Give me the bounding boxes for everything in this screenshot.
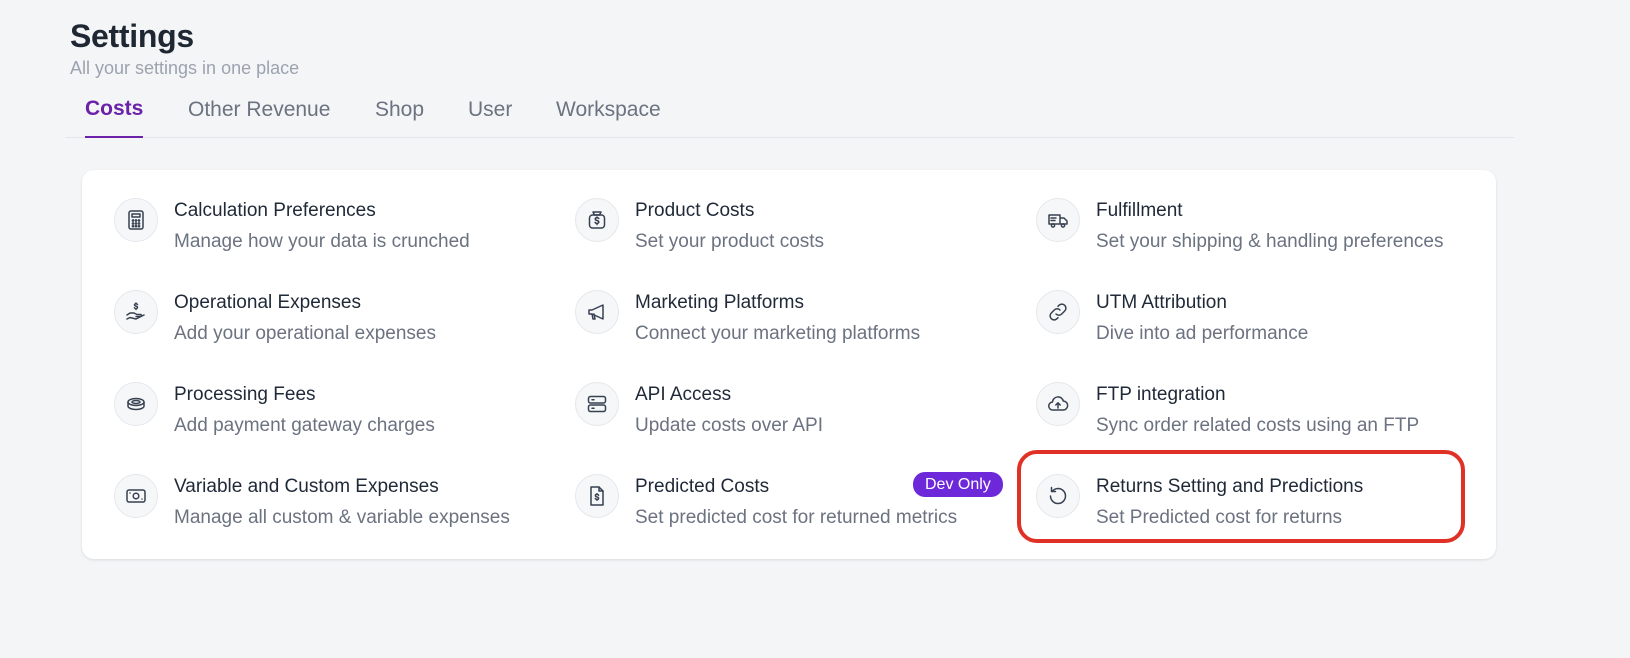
settings-item-product-costs[interactable]: Product Costs Set your product costs [575, 196, 1015, 266]
item-description: Connect your marketing platforms [635, 323, 921, 344]
dollar-bag-icon [575, 198, 619, 242]
settings-item-returns-setting-predictions[interactable]: Returns Setting and Predictions Set Pred… [1036, 472, 1476, 542]
server-icon [575, 382, 619, 426]
item-title: Marketing Platforms [635, 292, 804, 313]
item-title: FTP integration [1096, 384, 1226, 405]
item-title: Variable and Custom Expenses [174, 476, 439, 497]
hand-dollar-icon [114, 290, 158, 334]
item-description: Manage all custom & variable expenses [174, 507, 510, 528]
calculator-icon [114, 198, 158, 242]
costs-settings-card: Calculation Preferences Manage how your … [82, 170, 1496, 559]
settings-item-processing-fees[interactable]: Processing Fees Add payment gateway char… [114, 380, 554, 450]
link-icon [1036, 290, 1080, 334]
item-title: Processing Fees [174, 384, 316, 405]
item-title: Returns Setting and Predictions [1096, 476, 1364, 497]
page-subtitle: All your settings in one place [70, 58, 300, 78]
item-title: API Access [635, 384, 732, 405]
tab-user[interactable]: User [468, 88, 512, 138]
megaphone-icon [575, 290, 619, 334]
settings-item-marketing-platforms[interactable]: Marketing Platforms Connect your marketi… [575, 288, 1015, 358]
dev-only-badge: Dev Only [913, 472, 1003, 497]
item-title: Fulfillment [1096, 200, 1183, 221]
item-title: UTM Attribution [1096, 292, 1227, 313]
settings-item-ftp-integration[interactable]: FTP integration Sync order related costs… [1036, 380, 1476, 450]
tab-costs[interactable]: Costs [85, 88, 144, 138]
item-description: Manage how your data is crunched [174, 231, 470, 252]
item-title: Calculation Preferences [174, 200, 376, 221]
cash-icon [114, 474, 158, 518]
item-description: Set predicted cost for returned metrics [635, 507, 958, 528]
item-description: Set your shipping & handling preferences [1096, 231, 1444, 252]
cloud-upload-icon [1036, 382, 1080, 426]
coins-icon [114, 382, 158, 426]
tab-other-revenue[interactable]: Other Revenue [188, 88, 330, 138]
document-dollar-icon [575, 474, 619, 518]
rotate-icon [1036, 474, 1080, 518]
item-title: Operational Expenses [174, 292, 361, 313]
settings-item-predicted-costs[interactable]: Predicted Costs Set predicted cost for r… [575, 472, 1015, 542]
page-title: Settings [70, 18, 194, 54]
item-description: Dive into ad performance [1096, 323, 1309, 344]
settings-item-variable-custom-expenses[interactable]: Variable and Custom Expenses Manage all … [114, 472, 554, 542]
settings-item-calculation-preferences[interactable]: Calculation Preferences Manage how your … [114, 196, 554, 266]
item-description: Sync order related costs using an FTP [1096, 415, 1420, 436]
item-title: Predicted Costs [635, 476, 770, 497]
settings-tabs: Costs Other Revenue Shop User Workspace [65, 88, 1514, 138]
tab-workspace[interactable]: Workspace [556, 88, 661, 138]
truck-icon [1036, 198, 1080, 242]
item-description: Set your product costs [635, 231, 825, 252]
settings-item-fulfillment[interactable]: Fulfillment Set your shipping & handling… [1036, 196, 1476, 266]
item-title: Product Costs [635, 200, 755, 221]
settings-item-api-access[interactable]: API Access Update costs over API [575, 380, 1015, 450]
tab-shop[interactable]: Shop [375, 88, 424, 138]
settings-item-utm-attribution[interactable]: UTM Attribution Dive into ad performance [1036, 288, 1476, 358]
item-description: Add payment gateway charges [174, 415, 435, 436]
item-description: Add your operational expenses [174, 323, 436, 344]
settings-item-operational-expenses[interactable]: Operational Expenses Add your operationa… [114, 288, 554, 358]
item-description: Set Predicted cost for returns [1096, 507, 1343, 528]
item-description: Update costs over API [635, 415, 823, 436]
page-header: Settings All your settings in one place [70, 16, 299, 79]
